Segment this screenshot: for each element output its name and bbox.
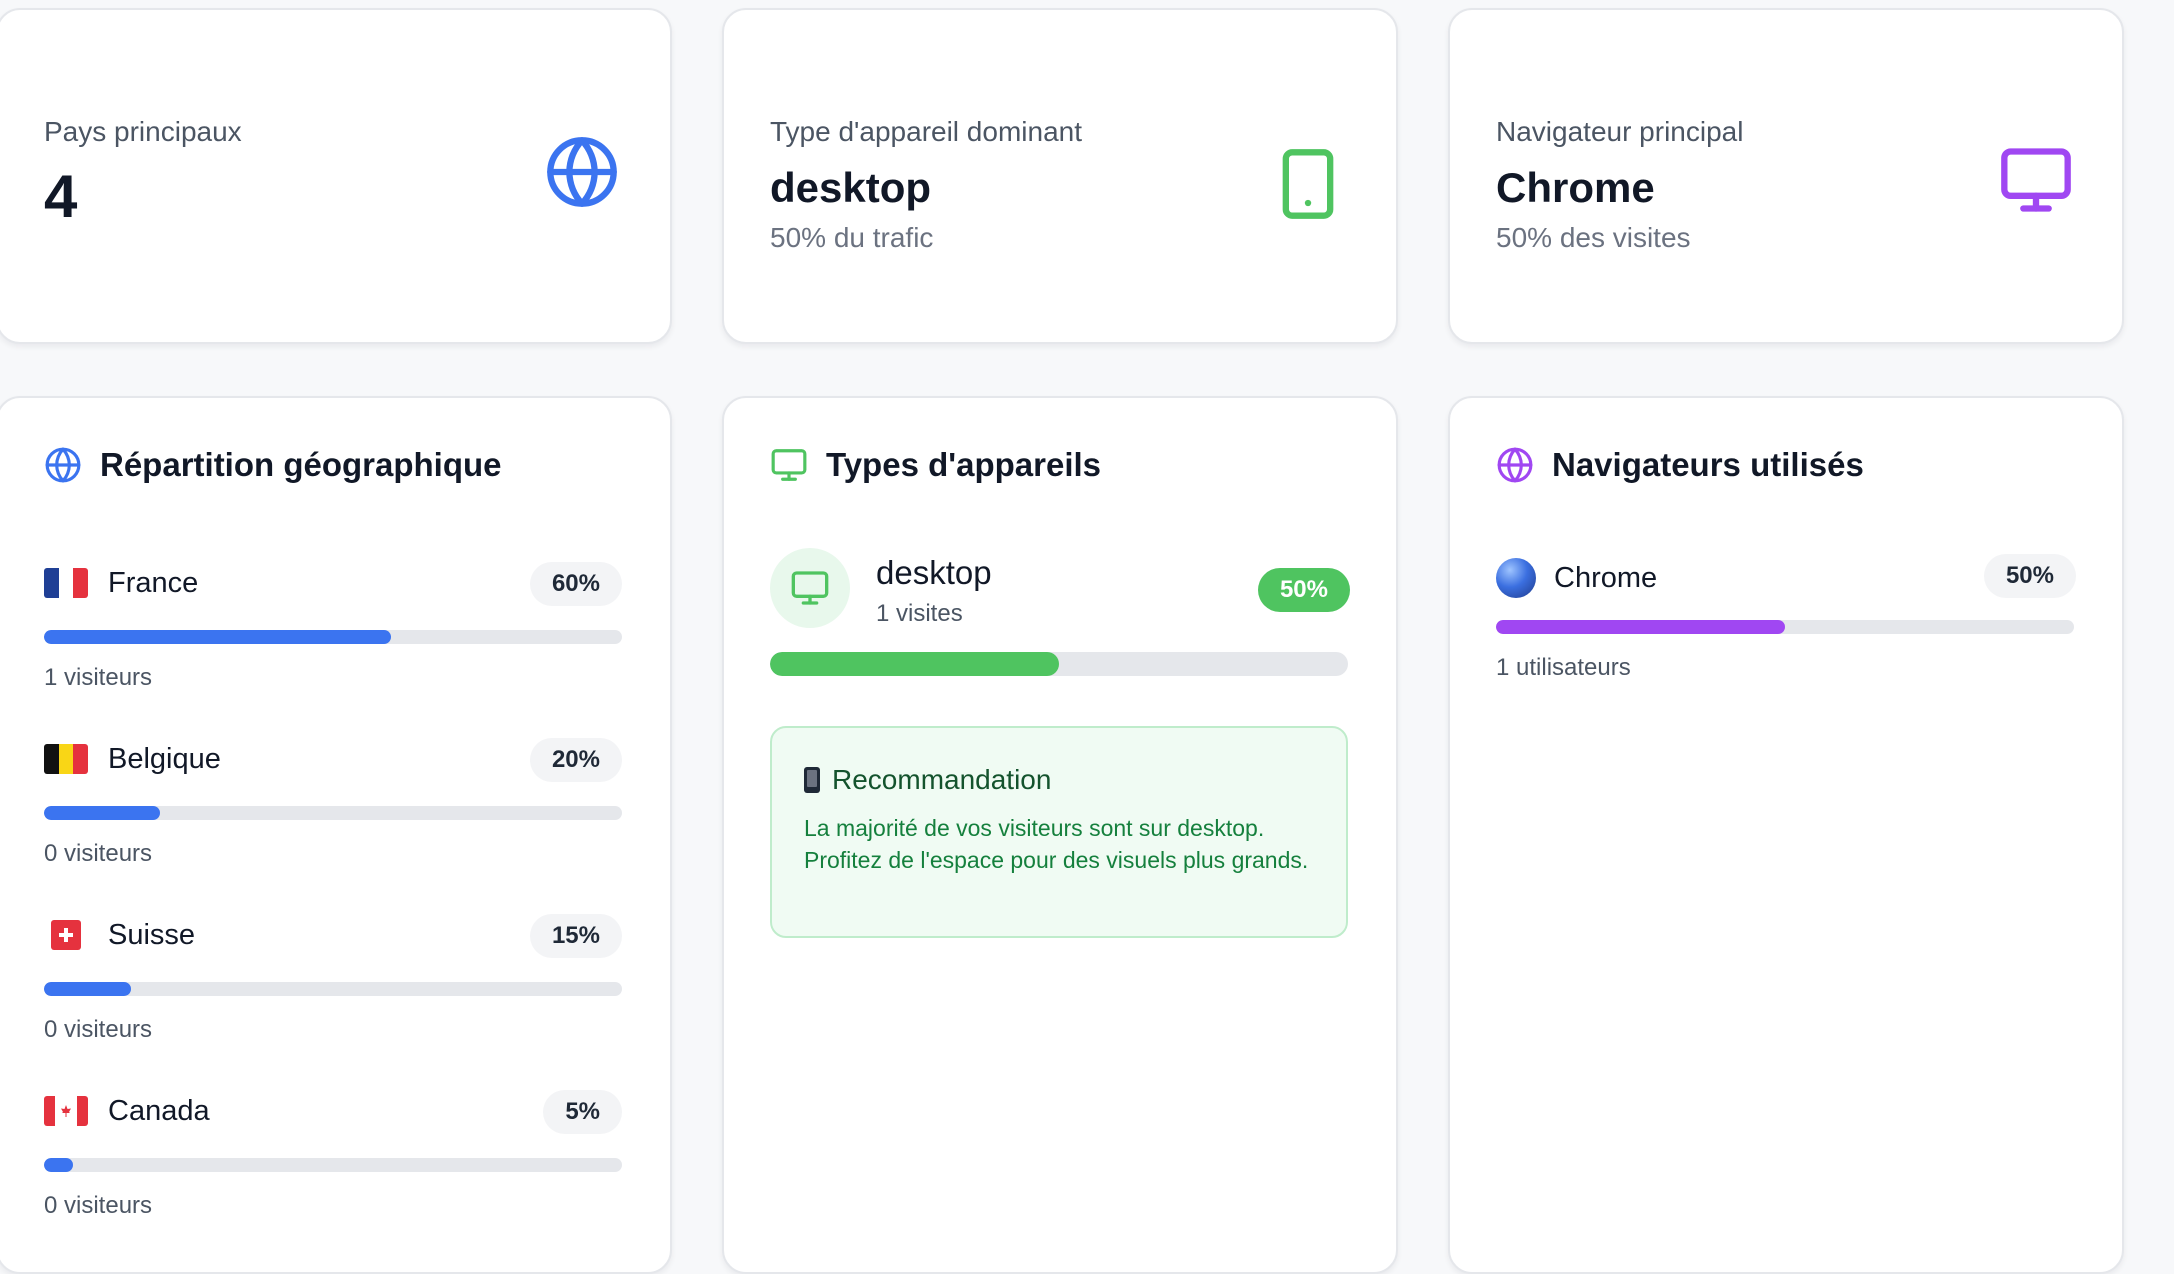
flag-switzerland-icon (51, 920, 81, 950)
progress-fill (1496, 620, 1785, 634)
device-name: desktop (876, 554, 992, 591)
recommendation-title-text: Recommandation (832, 764, 1052, 795)
percent-badge: 20% (529, 738, 622, 782)
country-name: Canada (108, 1095, 210, 1127)
chrome-dot-icon (1496, 558, 1536, 598)
panel-title: Types d'appareils (826, 446, 1102, 483)
percent-badge: 5% (543, 1090, 622, 1134)
stat-label: Pays principaux (44, 116, 242, 147)
smartphone-icon (1270, 144, 1346, 224)
device-visits: 1 visites (876, 600, 963, 627)
stat-card-device: Type d'appareil dominant desktop 50% du … (722, 8, 1398, 344)
browsers-panel: Navigateurs utilisés Chrome 50% 1 utilis… (1448, 396, 2124, 1274)
globe-icon (544, 134, 620, 210)
monitor-icon (791, 571, 829, 605)
mobile-phone-icon (804, 767, 820, 793)
globe-icon (1497, 447, 1533, 483)
panel-title: Navigateurs utilisés (1552, 446, 1864, 483)
progress-fill (44, 1158, 73, 1172)
progress-fill (770, 652, 1059, 676)
country-row: Belgique 20% 0 visiteurs (44, 738, 622, 867)
monitor-icon (1996, 142, 2076, 218)
geo-distribution-panel: Répartition géographique France 60% 1 vi… (0, 396, 672, 1274)
recommendation-title: Recommandation (804, 764, 1051, 796)
flag-belgium-icon (44, 744, 88, 774)
visitor-count: 1 visiteurs (44, 664, 153, 691)
recommendation-text: La majorité de vos visiteurs sont sur de… (804, 815, 1309, 873)
progress-bar (44, 630, 622, 644)
panel-header: Types d'appareils (770, 446, 1101, 484)
visitor-count: 0 visiteurs (44, 840, 153, 867)
country-row: Suisse 15% 0 visiteurs (44, 914, 622, 1043)
country-row: Canada 5% 0 visiteurs (44, 1090, 622, 1219)
panel-header: Navigateurs utilisés (1496, 446, 1864, 484)
progress-bar (1496, 620, 2074, 634)
country-name: Suisse (108, 919, 196, 951)
progress-fill (44, 806, 160, 820)
stat-value: Chrome (1496, 164, 1655, 211)
stat-label: Navigateur principal (1496, 116, 1744, 147)
country-row: France 60% 1 visiteurs (44, 562, 622, 691)
panel-header: Répartition géographique (44, 446, 502, 484)
device-types-panel: Types d'appareils desktop 1 visites 50% … (722, 396, 1398, 1274)
progress-fill (44, 630, 391, 644)
progress-fill (44, 982, 131, 996)
stat-value: desktop (770, 164, 932, 211)
stat-subtext: 50% du trafic (770, 222, 934, 253)
browser-name: Chrome (1554, 562, 1658, 594)
visitor-count: 0 visiteurs (44, 1192, 153, 1219)
stat-card-browser: Navigateur principal Chrome 50% des visi… (1448, 8, 2124, 344)
country-name: Belgique (108, 743, 221, 775)
progress-bar (44, 1158, 622, 1172)
browser-users: 1 utilisateurs (1496, 654, 1631, 681)
visitor-count: 0 visiteurs (44, 1016, 153, 1043)
monitor-icon (771, 449, 807, 481)
percent-badge: 15% (529, 914, 622, 958)
browser-percent-badge: 50% (1983, 554, 2076, 598)
progress-bar (44, 806, 622, 820)
stat-subtext: 50% des visites (1496, 222, 1691, 253)
flag-canada-icon (44, 1096, 88, 1126)
panel-title: Répartition géographique (100, 446, 502, 483)
stat-value: 4 (44, 163, 78, 230)
progress-bar (44, 982, 622, 996)
stat-card-countries: Pays principaux 4 (0, 8, 672, 344)
device-percent-badge: 50% (1257, 568, 1350, 612)
percent-badge: 60% (529, 562, 622, 606)
progress-bar (770, 652, 1348, 676)
country-name: France (108, 567, 199, 599)
globe-icon (45, 447, 81, 483)
stat-label: Type d'appareil dominant (770, 116, 1082, 147)
flag-france-icon (44, 568, 88, 598)
recommendation-box: Recommandation La majorité de vos visite… (770, 726, 1348, 938)
device-avatar (770, 548, 850, 628)
